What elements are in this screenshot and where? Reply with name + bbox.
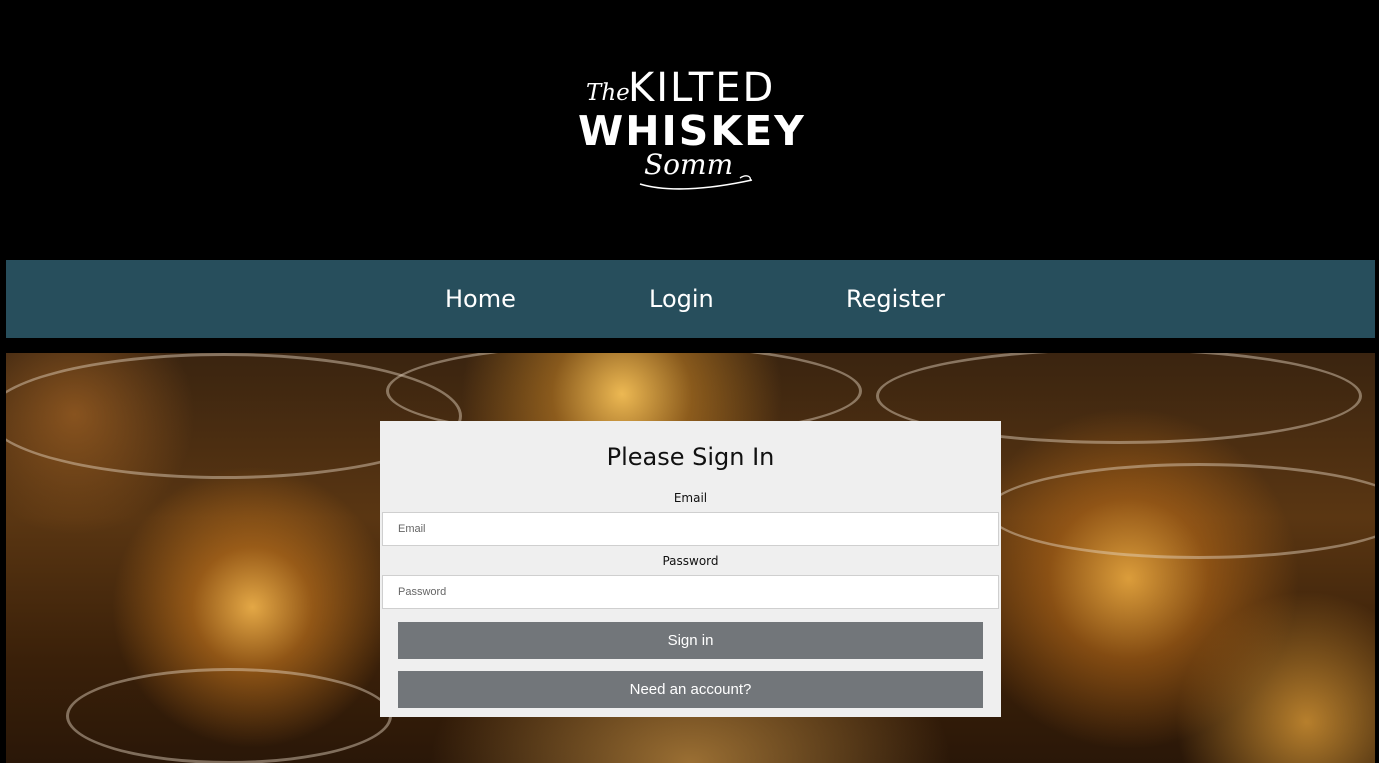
site-logo[interactable]: The KILTED WHISKEY Somm (578, 66, 808, 194)
logo-kilted-text: KILTED (628, 65, 776, 111)
email-label: Email (673, 491, 708, 505)
main-nav: Home Login Register (6, 260, 1375, 338)
need-account-button[interactable]: Need an account? (398, 671, 983, 708)
page: The KILTED WHISKEY Somm Home Login Regis… (0, 0, 1379, 763)
password-label: Password (662, 554, 719, 568)
signin-title: Please Sign In (606, 443, 775, 471)
glass-rim (66, 668, 392, 763)
logo-the-text: The (586, 80, 630, 106)
header: The KILTED WHISKEY Somm (0, 0, 1379, 260)
email-field[interactable] (382, 512, 999, 546)
nav-register-link[interactable]: Register (846, 283, 945, 315)
nav-home-link[interactable]: Home (445, 283, 516, 315)
signin-card: Please Sign In Email Password Sign in Ne… (380, 421, 1001, 717)
nav-login-link[interactable]: Login (649, 283, 714, 315)
sign-in-button[interactable]: Sign in (398, 622, 983, 659)
logo-swash-icon (639, 175, 753, 190)
glass-rim (986, 463, 1375, 559)
password-field[interactable] (382, 575, 999, 609)
